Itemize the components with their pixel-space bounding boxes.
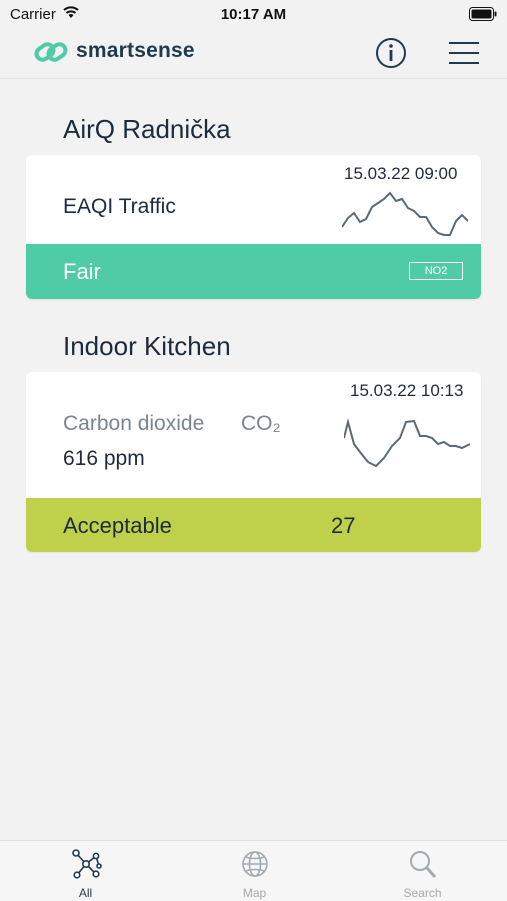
sensor-card-airq[interactable]: 15.03.22 09:00 EAQI Traffic Fair NO2 bbox=[26, 155, 481, 299]
sensor-card-kitchen[interactable]: 15.03.22 10:13 Carbon dioxide CO₂ 616 pp… bbox=[26, 372, 481, 552]
tab-label: All bbox=[78, 886, 93, 900]
pollutant-badge: NO2 bbox=[409, 262, 463, 280]
menu-button[interactable] bbox=[447, 39, 481, 67]
status-label: Fair bbox=[63, 259, 101, 284]
brand-name: smartsense bbox=[76, 39, 195, 62]
location-title-airq: AirQ Radnička bbox=[63, 114, 231, 144]
card-timestamp: 15.03.22 09:00 bbox=[344, 164, 458, 183]
metric-symbol: CO₂ bbox=[241, 412, 281, 435]
info-icon bbox=[376, 38, 406, 68]
tab-label: Search bbox=[403, 886, 442, 900]
trend-sparkline bbox=[342, 191, 468, 236]
status-label: Acceptable bbox=[63, 513, 172, 538]
tab-all[interactable]: All bbox=[1, 841, 170, 901]
metric-value: 616 ppm bbox=[63, 447, 145, 470]
tab-search[interactable]: Search bbox=[338, 841, 507, 901]
search-icon bbox=[410, 851, 437, 878]
status-time: 10:17 AM bbox=[220, 6, 287, 23]
card-timestamp: 15.03.22 10:13 bbox=[350, 381, 464, 400]
link-logo-icon bbox=[34, 39, 68, 70]
tab-label: Map bbox=[242, 886, 267, 900]
metric-name: Carbon dioxide bbox=[63, 412, 205, 435]
app-header: smartsense bbox=[0, 30, 507, 79]
network-icon bbox=[72, 849, 102, 879]
status-strip-fair: Fair NO2 bbox=[26, 244, 481, 299]
globe-icon bbox=[242, 851, 268, 877]
battery-icon bbox=[469, 7, 497, 26]
status-value: 27 bbox=[331, 513, 356, 538]
info-button[interactable] bbox=[375, 37, 407, 69]
location-title-kitchen: Indoor Kitchen bbox=[63, 331, 231, 361]
trend-sparkline bbox=[344, 418, 470, 468]
tab-map[interactable]: Map bbox=[170, 841, 339, 901]
status-strip-acceptable: Acceptable 27 bbox=[26, 498, 481, 552]
tab-bar: All Map Search bbox=[0, 840, 507, 901]
metric-name: EAQI Traffic bbox=[63, 195, 176, 218]
hamburger-icon bbox=[449, 42, 479, 64]
status-bar: Carrier 10:17 AM bbox=[0, 0, 507, 30]
